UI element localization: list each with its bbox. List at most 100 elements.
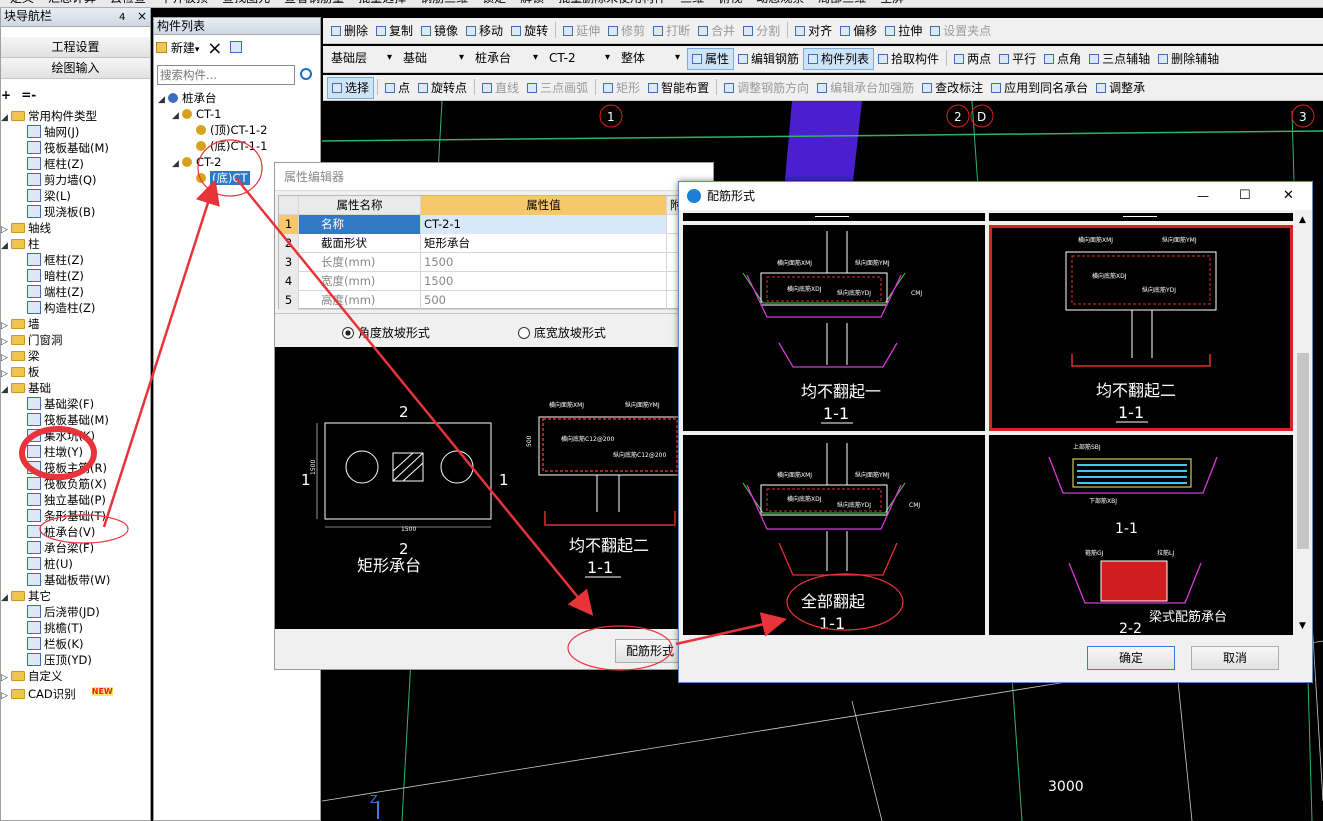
toolbar-button[interactable]: 分割 bbox=[739, 20, 784, 42]
toolbar-button[interactable]: 查改标注 bbox=[918, 77, 987, 99]
option-cell-all-bent[interactable]: 横向面筋XMJ 纵向面筋YMJ 横向底筋XDJ 纵向底筋YDJ CMJ 全部翻起… bbox=[683, 435, 985, 635]
nav-folder[interactable]: ▷ 自定义 bbox=[1, 668, 63, 684]
layer-combo[interactable]: CT-2 bbox=[545, 50, 613, 68]
nav-folder[interactable]: ▷ 门窗洞 bbox=[1, 332, 63, 348]
collapse-icon[interactable]: ◢ bbox=[1, 110, 11, 126]
option-cell-uniform-unbent-1[interactable]: 横向面筋XMJ 纵向面筋YMJ 横向底筋XDJ 纵向底筋YDJ CMJ 均不翻起… bbox=[683, 225, 985, 431]
toolbar-button[interactable]: 复制 bbox=[372, 20, 417, 42]
collapse-icon[interactable]: ◢ bbox=[172, 108, 182, 124]
nav-folder[interactable]: ▷ 轴线 bbox=[1, 220, 51, 236]
reinforcement-form-button[interactable]: 配筋形式 bbox=[615, 639, 685, 663]
nav-tree-item[interactable]: 集水坑(K) bbox=[27, 428, 95, 444]
toolbar-button[interactable]: 直线 bbox=[478, 77, 523, 99]
nav-tree-item[interactable]: 基础板带(W) bbox=[27, 572, 110, 588]
copy-icon[interactable] bbox=[230, 41, 243, 53]
property-row[interactable]: 4 宽度(mm) 1500 bbox=[279, 272, 709, 291]
property-value[interactable]: 500 bbox=[421, 291, 667, 310]
property-value[interactable]: CT-2-1 bbox=[421, 215, 667, 234]
pin-icon[interactable]: 4 bbox=[119, 9, 125, 26]
expand-icon[interactable]: ▷ bbox=[1, 688, 11, 704]
nav-tree-item[interactable]: 筏板主筋(R) bbox=[27, 460, 107, 476]
toolbar-button[interactable]: 延伸 bbox=[559, 20, 604, 42]
toolbar-button[interactable]: 旋转点 bbox=[414, 77, 471, 99]
new-component-button[interactable]: 新建 bbox=[171, 41, 195, 55]
nav-tree-item[interactable]: 基础梁(F) bbox=[27, 396, 94, 412]
collapse-icon[interactable]: ◢ bbox=[1, 382, 11, 398]
toolbar-button[interactable]: 拾取构件 bbox=[874, 48, 943, 70]
scroll-thumb[interactable] bbox=[1297, 353, 1309, 549]
top-toolbar-item[interactable]: 查看钢筋量 bbox=[284, 0, 344, 5]
layer-combo[interactable]: 整体 bbox=[617, 50, 683, 68]
nav-tree-item[interactable]: 桩承台(V) bbox=[27, 524, 95, 540]
top-toolbar-item[interactable]: 全屏 bbox=[880, 0, 904, 5]
radio-bottom-slope[interactable]: 底宽放坡形式 bbox=[518, 324, 606, 341]
property-value[interactable]: 矩形承台 bbox=[421, 234, 667, 253]
layer-combo[interactable]: 基础层 bbox=[327, 50, 395, 68]
expand-all-icon[interactable]: + bbox=[1, 88, 11, 102]
nav-tree-item[interactable]: 筏板基础(M) bbox=[27, 412, 109, 428]
property-value[interactable]: 1500 bbox=[421, 253, 667, 272]
toolbar-button[interactable]: 编辑承台加强筋 bbox=[813, 77, 918, 99]
close-icon[interactable]: ✕ bbox=[1283, 182, 1294, 210]
nav-tree-item[interactable]: 剪力墙(Q) bbox=[27, 172, 97, 188]
toolbar-button[interactable]: 点 bbox=[381, 77, 414, 99]
property-row[interactable]: 2 截面形状 矩形承台 bbox=[279, 234, 709, 253]
cancel-button[interactable]: 取消 bbox=[1191, 646, 1279, 670]
collapse-icon[interactable]: ◢ bbox=[172, 156, 182, 172]
maximize-icon[interactable]: ☐ bbox=[1239, 182, 1251, 210]
nav-tree-item[interactable]: 后浇带(JD) bbox=[27, 604, 100, 620]
component-search-input[interactable] bbox=[157, 65, 295, 85]
toolbar-button[interactable]: 打断 bbox=[649, 20, 694, 42]
toolbar-button[interactable]: 三点画弧 bbox=[523, 77, 592, 99]
nav-folder[interactable]: ▷ 梁 bbox=[1, 348, 40, 364]
toolbar-button[interactable]: 删除 bbox=[327, 20, 372, 42]
draw-input-button[interactable]: 绘图输入 bbox=[1, 58, 150, 79]
toolbar-button[interactable]: 旋转 bbox=[507, 20, 552, 42]
component-tree-item[interactable]: (底)CT-1-1 bbox=[186, 138, 267, 154]
option-cell-beam-style[interactable]: 上部筋SBJ 下部筋XBJ 箍筋GJ 拉筋LJ 1-1 2-2 梁式配筋承台 bbox=[989, 435, 1293, 635]
top-toolbar-item[interactable]: 查找图元 bbox=[222, 0, 270, 5]
toolbar-button[interactable]: 设置夹点 bbox=[926, 20, 995, 42]
toolbar-button[interactable]: 对齐 bbox=[791, 20, 836, 42]
nav-tree-item[interactable]: 框柱(Z) bbox=[27, 156, 84, 172]
nav-tree-item[interactable]: 条形基础(T) bbox=[27, 508, 106, 524]
nav-tree-item[interactable]: 栏板(K) bbox=[27, 636, 84, 652]
toolbar-button[interactable]: 三点辅轴 bbox=[1085, 48, 1154, 70]
top-toolbar-item[interactable]: 动态观察 bbox=[756, 0, 804, 5]
nav-folder[interactable]: ◢ 常用构件类型 bbox=[1, 108, 97, 124]
nav-tree-item[interactable]: 端柱(Z) bbox=[27, 284, 84, 300]
top-toolbar-item[interactable]: 局部三维 bbox=[818, 0, 866, 5]
component-tree-item[interactable]: (底)CT bbox=[186, 170, 250, 186]
nav-tree-item[interactable]: 柱墩(Y) bbox=[27, 444, 83, 460]
top-toolbar-item[interactable]: 定义 bbox=[10, 0, 34, 5]
collapse-icon[interactable]: ◢ bbox=[1, 590, 11, 606]
ok-button[interactable]: 确定 bbox=[1087, 646, 1175, 670]
toolbar-button[interactable]: 矩形 bbox=[599, 77, 644, 99]
toolbar-button[interactable]: 点角 bbox=[1040, 48, 1085, 70]
top-toolbar-item[interactable]: 解锁 bbox=[520, 0, 544, 5]
toolbar-button[interactable]: 调整承 bbox=[1092, 77, 1149, 99]
nav-folder[interactable]: ◢ 基础 bbox=[1, 380, 51, 396]
component-tree-item[interactable]: ◢ CT-1 bbox=[172, 106, 221, 122]
nav-folder[interactable]: ◢ 柱 bbox=[1, 236, 40, 252]
nav-tree-item[interactable]: 承台梁(F) bbox=[27, 540, 94, 556]
nav-tree-item[interactable]: 暗柱(Z) bbox=[27, 268, 84, 284]
top-toolbar-item[interactable]: 钢筋三维 bbox=[420, 0, 468, 5]
top-toolbar-item[interactable]: 俯视 bbox=[718, 0, 742, 5]
property-editor-titlebar[interactable]: 属性编辑器 bbox=[275, 163, 713, 191]
toolbar-button[interactable]: 构件列表 bbox=[803, 48, 875, 70]
toolbar-button[interactable]: 应用到同名承台 bbox=[987, 77, 1092, 99]
nav-tree-item[interactable]: 独立基础(P) bbox=[27, 492, 106, 508]
top-toolbar-item[interactable]: 批量选择 bbox=[358, 0, 406, 5]
nav-folder[interactable]: ▷ CAD识别 NEW bbox=[1, 684, 113, 701]
toolbar-button[interactable]: 修剪 bbox=[604, 20, 649, 42]
top-toolbar-item[interactable]: 汇总计算 bbox=[48, 0, 96, 5]
property-row[interactable]: 3 长度(mm) 1500 bbox=[279, 253, 709, 272]
toolbar-button[interactable]: 偏移 bbox=[836, 20, 881, 42]
nav-tree-item[interactable]: 挑檐(T) bbox=[27, 620, 83, 636]
toolbar-button[interactable]: 镜像 bbox=[417, 20, 462, 42]
nav-tree-item[interactable]: 构造柱(Z) bbox=[27, 300, 95, 316]
component-tree-item[interactable]: ◢ CT-2 bbox=[172, 154, 221, 170]
top-toolbar-item[interactable]: 批量删除未使用构件 bbox=[558, 0, 666, 5]
collapse-icon[interactable]: ◢ bbox=[158, 92, 168, 108]
